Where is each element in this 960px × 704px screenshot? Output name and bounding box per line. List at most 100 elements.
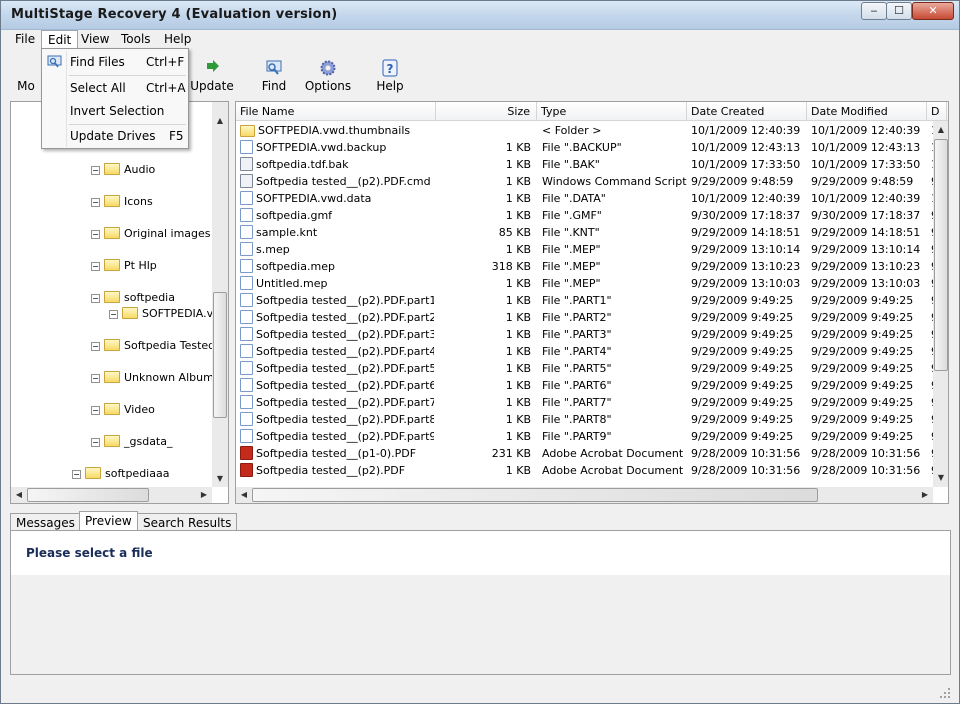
- scroll-right-icon[interactable]: ▶: [196, 490, 212, 499]
- collapse-icon[interactable]: −: [72, 470, 81, 479]
- folder-tree[interactable]: − Audio − Icons − Original images − Pt Hlp −…: [10, 101, 229, 504]
- tree-node-original-images[interactable]: − Original images: [91, 226, 211, 242]
- table-row[interactable]: Softpedia tested__(p2).PDF.part4 1 KB File…: [236, 343, 938, 360]
- tree-node-audio[interactable]: − Audio: [91, 162, 155, 178]
- menu-item-select-all[interactable]: Select All Ctrl+A: [43, 77, 187, 99]
- cell-date-modified: 10/1/2009 12:40:39: [811, 124, 921, 137]
- tree-node-video[interactable]: − Video: [91, 402, 155, 418]
- table-row[interactable]: s.mep 1 KB File ".MEP" 9/29/2009 13:10:14 9/…: [236, 241, 938, 258]
- tree-node-softpedia[interactable]: − softpedia: [91, 290, 175, 306]
- scroll-right-icon[interactable]: ▶: [917, 490, 933, 499]
- tree-node-icons[interactable]: − Icons: [91, 194, 153, 210]
- scroll-down-icon[interactable]: ▼: [212, 474, 228, 483]
- collapse-icon[interactable]: −: [91, 406, 100, 415]
- table-row[interactable]: Softpedia tested__(p2).PDF.part2 1 KB File…: [236, 309, 938, 326]
- scroll-thumb[interactable]: [213, 292, 227, 418]
- files-horizontal-scrollbar[interactable]: ◀ ▶: [236, 487, 933, 503]
- collapse-icon[interactable]: −: [91, 262, 100, 271]
- menu-bar: File Edit View Tools Help: [1, 30, 959, 49]
- column-date-modified[interactable]: Date Modified: [807, 102, 927, 121]
- collapse-icon[interactable]: −: [91, 230, 100, 239]
- tree-node-unknown-album[interactable]: − Unknown Album: [91, 370, 214, 386]
- table-row[interactable]: Softpedia tested__(p2).PDF.part9 1 KB File…: [236, 428, 938, 445]
- table-row[interactable]: softpedia.mep 318 KB File ".MEP" 9/29/2009 …: [236, 258, 938, 275]
- column-file-name[interactable]: File Name: [236, 102, 436, 121]
- help-button[interactable]: ? Help: [361, 57, 419, 97]
- cell-file-name: softpedia.tdf.bak: [240, 156, 434, 173]
- column-type[interactable]: Type: [537, 102, 687, 121]
- menu-item-find-files[interactable]: Find Files Ctrl+F: [43, 51, 187, 73]
- collapse-icon[interactable]: −: [91, 198, 100, 207]
- table-row[interactable]: softpedia.tdf.bak 1 KB File ".BAK" 10/1/200…: [236, 156, 938, 173]
- collapse-icon[interactable]: −: [91, 438, 100, 447]
- table-row[interactable]: Softpedia tested__(p2).PDF.cmd 1 KB Window…: [236, 173, 938, 190]
- menu-item-invert-selection[interactable]: Invert Selection: [43, 100, 187, 122]
- table-row[interactable]: SOFTPEDIA.vwd.data 1 KB File ".DATA" 10/1/2…: [236, 190, 938, 207]
- column-date-created[interactable]: Date Created: [687, 102, 807, 121]
- table-row[interactable]: Softpedia tested__(p2).PDF.part5 1 KB File…: [236, 360, 938, 377]
- scroll-up-icon[interactable]: ▲: [212, 116, 228, 125]
- cell-type: File ".DATA": [542, 192, 606, 205]
- menu-item-update-drives[interactable]: Update Drives F5: [43, 125, 187, 147]
- file-list[interactable]: File Name Size Type Date Created Date Mo…: [235, 101, 949, 504]
- table-row[interactable]: Softpedia tested__(p2).PDF 1 KB Adobe Acro…: [236, 462, 938, 479]
- scroll-thumb[interactable]: [934, 139, 948, 371]
- tree-node-label: Audio: [124, 163, 156, 176]
- collapse-icon[interactable]: −: [91, 166, 100, 175]
- file-icon: [240, 225, 253, 239]
- tree-node-gsdata[interactable]: − _gsdata_: [91, 434, 173, 450]
- close-button[interactable]: ✕: [912, 2, 954, 20]
- cell-date-created: 9/29/2009 9:49:25: [691, 362, 794, 375]
- find-button[interactable]: Find: [245, 57, 303, 97]
- maximize-button[interactable]: ☐: [886, 2, 912, 20]
- collapse-icon[interactable]: −: [91, 342, 100, 351]
- menu-view[interactable]: View: [75, 30, 115, 49]
- options-button[interactable]: Options: [299, 57, 357, 97]
- table-row[interactable]: Softpedia tested__(p2).PDF.part1 1 KB File…: [236, 292, 938, 309]
- scroll-up-icon[interactable]: ▲: [933, 125, 948, 134]
- file-icon: [240, 140, 253, 154]
- table-row[interactable]: Softpedia tested__(p2).PDF.part7 1 KB File…: [236, 394, 938, 411]
- resize-grip-icon[interactable]: [939, 687, 951, 699]
- scroll-down-icon[interactable]: ▼: [933, 473, 948, 482]
- preview-panel: Please select a file: [10, 530, 951, 675]
- table-row[interactable]: Untitled.mep 1 KB File ".MEP" 9/29/2009 13:…: [236, 275, 938, 292]
- table-row[interactable]: Softpedia tested__(p1-0).PDF 231 KB Adobe …: [236, 445, 938, 462]
- table-row[interactable]: Softpedia tested__(p2).PDF.part8 1 KB File…: [236, 411, 938, 428]
- minimize-button[interactable]: ‒: [861, 2, 887, 20]
- collapse-icon[interactable]: −: [91, 294, 100, 303]
- tree-node-softpediaaa[interactable]: − softpediaaa: [72, 466, 169, 482]
- files-vertical-scrollbar[interactable]: ▲ ▼: [933, 121, 948, 487]
- table-row[interactable]: SOFTPEDIA.vwd.thumbnails < Folder > 10/1/2…: [236, 122, 938, 139]
- scroll-thumb[interactable]: [27, 488, 149, 502]
- tree-vertical-scrollbar[interactable]: ▲ ▼: [212, 102, 228, 487]
- table-row[interactable]: sample.knt 85 KB File ".KNT" 9/29/2009 14:1…: [236, 224, 938, 241]
- cell-type: File ".PART4": [542, 345, 612, 358]
- tree-node-softpedia-v[interactable]: − SOFTPEDIA.v: [109, 306, 213, 322]
- menu-file[interactable]: File: [9, 30, 41, 49]
- scroll-left-icon[interactable]: ◀: [236, 490, 252, 499]
- column-size[interactable]: Size: [436, 102, 537, 121]
- cell-date-created: 9/29/2009 9:49:25: [691, 430, 794, 443]
- table-row[interactable]: SOFTPEDIA.vwd.backup 1 KB File ".BACKUP" 10…: [236, 139, 938, 156]
- menu-help[interactable]: Help: [158, 30, 197, 49]
- title-bar[interactable]: MultiStage Recovery 4 (Evaluation versio…: [1, 1, 959, 30]
- column-extra[interactable]: D: [927, 102, 947, 121]
- collapse-icon[interactable]: −: [91, 374, 100, 383]
- scroll-left-icon[interactable]: ◀: [11, 490, 27, 499]
- scroll-thumb[interactable]: [252, 488, 818, 502]
- tree-horizontal-scrollbar[interactable]: ◀ ▶: [11, 487, 212, 503]
- menu-tools[interactable]: Tools: [115, 30, 157, 49]
- collapse-icon[interactable]: −: [109, 310, 118, 319]
- table-row[interactable]: Softpedia tested__(p2).PDF.part3 1 KB File…: [236, 326, 938, 343]
- toolbar-partial-button[interactable]: Mo: [11, 57, 41, 97]
- svg-text:?: ?: [387, 62, 394, 76]
- cell-date-modified: 9/29/2009 13:10:03: [811, 277, 921, 290]
- menu-edit[interactable]: Edit: [41, 30, 79, 49]
- tab-preview[interactable]: Preview: [79, 511, 138, 532]
- table-row[interactable]: Softpedia tested__(p2).PDF.part6 1 KB File…: [236, 377, 938, 394]
- tree-node-softpedia-tested[interactable]: − Softpedia Tested: [91, 338, 215, 354]
- table-row[interactable]: softpedia.gmf 1 KB File ".GMF" 9/30/2009 17…: [236, 207, 938, 224]
- tree-node-pt-hlp[interactable]: − Pt Hlp: [91, 258, 157, 274]
- update-button[interactable]: Update: [183, 57, 241, 97]
